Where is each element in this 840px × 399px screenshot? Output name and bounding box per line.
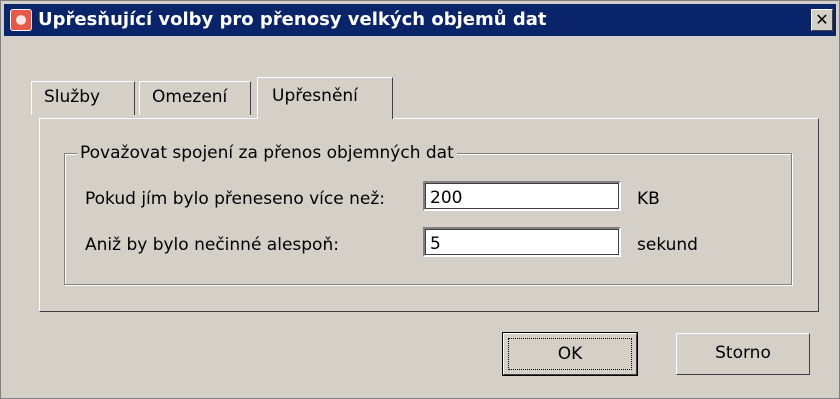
tab-omezeni[interactable]: Omezení [139,81,251,115]
transfer-groupbox: Považovat spojení za přenos objemných da… [64,143,792,285]
idle-label: Aniž by bylo nečinné alespoň: [85,235,339,255]
transferred-label: Pokud jím bylo přeneseno více než: [85,189,385,209]
group-legend: Považovat spojení za přenos objemných da… [77,143,457,163]
tab-panel: Považovat spojení za přenos objemných da… [39,118,819,312]
idle-unit: sekund [637,235,698,255]
app-icon [10,9,32,31]
close-button[interactable]: ✕ [811,9,833,31]
ok-button[interactable]: OK [502,332,638,376]
tab-sluzby[interactable]: Služby [31,81,135,115]
idle-seconds-input[interactable] [423,227,621,257]
cancel-button[interactable]: Storno [676,333,810,375]
tab-upresneni[interactable]: Upřesnění [257,77,393,119]
window-title: Upřesňující volby pro přenosy velkých ob… [38,9,547,30]
transferred-unit: KB [637,189,660,209]
transferred-kb-input[interactable] [423,181,621,211]
title-bar[interactable]: Upřesňující volby pro přenosy velkých ob… [4,4,836,36]
ok-button-label: OK [508,338,632,370]
dialog-window: Upřesňující volby pro přenosy velkých ob… [0,0,840,399]
